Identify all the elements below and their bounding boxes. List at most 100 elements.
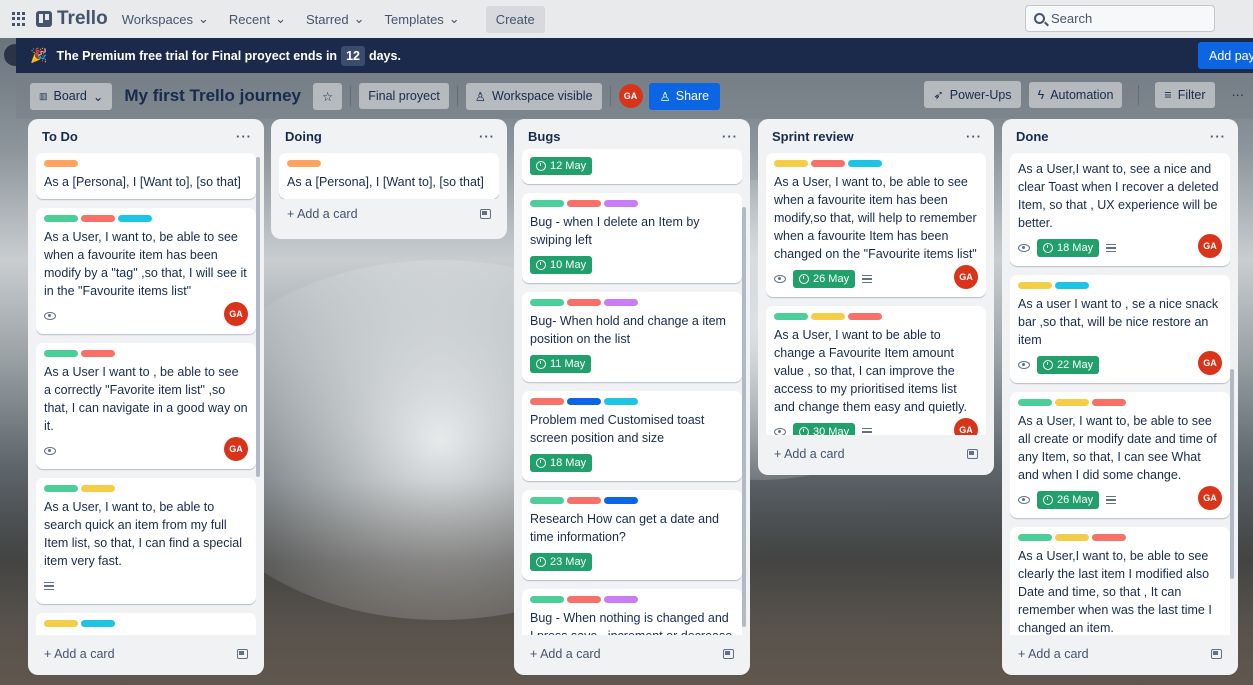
label-red[interactable] (1092, 534, 1126, 541)
label-sky[interactable] (848, 160, 882, 167)
label-red[interactable] (1092, 399, 1126, 406)
card[interactable]: As a user I want to , se a nice snack ba… (1010, 275, 1230, 383)
board-menu-button[interactable]: ··· (1223, 82, 1253, 108)
label-red[interactable] (811, 160, 845, 167)
label-green[interactable] (44, 350, 78, 357)
due-date-badge[interactable]: 23 May (530, 553, 593, 571)
card[interactable]: As a User, I want to, be able to see whe… (766, 153, 986, 297)
list-scrollbar[interactable] (742, 207, 746, 627)
board-title[interactable]: My first Trello journey (124, 86, 301, 106)
card[interactable]: As a User, I want to be able to change a… (766, 306, 986, 435)
label-red[interactable] (530, 398, 564, 405)
add-payment-button[interactable]: Add pay (1198, 42, 1253, 69)
label-orange[interactable] (44, 160, 78, 167)
list-header[interactable]: Done ··· (1002, 119, 1238, 153)
add-card-button[interactable]: + Add a card (522, 641, 742, 667)
card[interactable]: As a User,I want to, see a nice and clea… (1010, 153, 1230, 266)
search-input[interactable]: Search (1025, 5, 1215, 32)
avatar[interactable]: GA (224, 437, 248, 461)
card[interactable]: As a User,I want to, be able to see clea… (1010, 527, 1230, 635)
list-title[interactable]: Done (1016, 129, 1049, 144)
create-from-template-icon[interactable] (237, 649, 248, 659)
card[interactable]: As a User, I want to, be able to see all… (1010, 392, 1230, 518)
list-title[interactable]: Doing (285, 129, 322, 144)
create-from-template-icon[interactable] (967, 449, 978, 459)
share-button[interactable]: ♙ Share (648, 82, 721, 110)
due-date-badge[interactable]: 26 May (793, 270, 856, 288)
label-red[interactable] (848, 313, 882, 320)
label-blue[interactable] (567, 398, 601, 405)
trello-logo[interactable]: Trello (36, 8, 108, 30)
label-purple[interactable] (604, 596, 638, 603)
list-header[interactable]: Doing ··· (271, 119, 507, 153)
label-purple[interactable] (604, 299, 638, 306)
card[interactable]: Bug - when I delete an Item by swiping l… (522, 193, 742, 283)
due-date-badge[interactable]: 26 May (1037, 491, 1100, 509)
card[interactable]: As a [Persona], I [Want to], [so that] (36, 153, 256, 199)
menu-recent[interactable]: Recent ⌄ (229, 11, 286, 27)
card[interactable]: As a [Persona], I [Want to], [so that] (279, 153, 499, 199)
label-green[interactable] (44, 215, 78, 222)
filter-button[interactable]: ≡ Filter (1155, 81, 1215, 108)
list-to-do[interactable]: To Do ··· As a [Persona], I [Want to], [so… (28, 119, 264, 675)
card[interactable]: As a User, I want to, be able to see whe… (36, 208, 256, 334)
avatar[interactable]: GA (618, 84, 643, 108)
label-red[interactable] (567, 596, 601, 603)
label-sky[interactable] (604, 398, 638, 405)
label-sky[interactable] (118, 215, 152, 222)
menu-starred[interactable]: Starred ⌄ (306, 11, 365, 27)
label-blue[interactable] (604, 497, 638, 504)
avatar[interactable]: GA (1198, 351, 1222, 375)
add-card-button[interactable]: + Add a card (36, 641, 256, 667)
card[interactable]: 12 May (522, 149, 742, 184)
label-red[interactable] (567, 497, 601, 504)
label-green[interactable] (530, 596, 564, 603)
label-red[interactable] (81, 350, 115, 357)
label-yellow[interactable] (1055, 399, 1089, 406)
list-title[interactable]: To Do (42, 129, 78, 144)
due-date-badge[interactable]: 10 May (530, 256, 593, 274)
add-card-button[interactable]: + Add a card (279, 201, 499, 227)
list-header[interactable]: Bugs ··· (514, 119, 750, 153)
label-yellow[interactable] (774, 160, 808, 167)
list-scrollbar[interactable] (256, 157, 260, 477)
menu-templates[interactable]: Templates ⌄ (385, 11, 460, 27)
avatar[interactable]: GA (1198, 234, 1222, 258)
create-button[interactable]: Create (485, 5, 545, 33)
list-menu-icon[interactable]: ··· (1210, 129, 1226, 144)
label-red[interactable] (567, 299, 601, 306)
avatar[interactable]: GA (224, 302, 248, 326)
label-red[interactable] (81, 215, 115, 222)
card[interactable]: As a User I want to , be able to see a c… (36, 343, 256, 469)
list-menu-icon[interactable]: ··· (479, 129, 495, 144)
visibility-button[interactable]: ♙ Workspace visible (465, 82, 602, 110)
label-green[interactable] (530, 299, 564, 306)
list-sprint-review[interactable]: Sprint review ··· As a User, I want to, be… (758, 119, 994, 475)
due-date-badge[interactable]: 12 May (530, 157, 593, 175)
label-green[interactable] (774, 313, 808, 320)
add-card-button[interactable]: + Add a card (766, 441, 986, 467)
due-date-badge[interactable]: 18 May (1037, 239, 1100, 257)
app-switcher-icon[interactable] (12, 12, 26, 26)
avatar[interactable]: GA (954, 418, 978, 435)
list-title[interactable]: Sprint review (772, 129, 854, 144)
label-orange[interactable] (287, 160, 321, 167)
card[interactable]: As a User, I want to, be able to search … (36, 478, 256, 604)
label-yellow[interactable] (44, 620, 78, 627)
create-from-template-icon[interactable] (480, 209, 491, 219)
label-sky[interactable] (81, 620, 115, 627)
card[interactable]: As a user, I want to the screen orientat… (36, 613, 256, 635)
due-date-badge[interactable]: 11 May (530, 355, 592, 373)
label-yellow[interactable] (1055, 534, 1089, 541)
label-yellow[interactable] (81, 485, 115, 492)
add-card-button[interactable]: + Add a card (1010, 641, 1230, 667)
list-menu-icon[interactable]: ··· (722, 129, 738, 144)
workspace-button[interactable]: Final proyect (359, 83, 449, 109)
label-purple[interactable] (604, 200, 638, 207)
automation-button[interactable]: ϟ Automation (1028, 81, 1123, 108)
list-menu-icon[interactable]: ··· (236, 129, 252, 144)
board-view-switcher[interactable]: ▥ Board ⌄ (30, 82, 113, 110)
label-yellow[interactable] (811, 313, 845, 320)
list-menu-icon[interactable]: ··· (966, 129, 982, 144)
list-header[interactable]: Sprint review ··· (758, 119, 994, 153)
